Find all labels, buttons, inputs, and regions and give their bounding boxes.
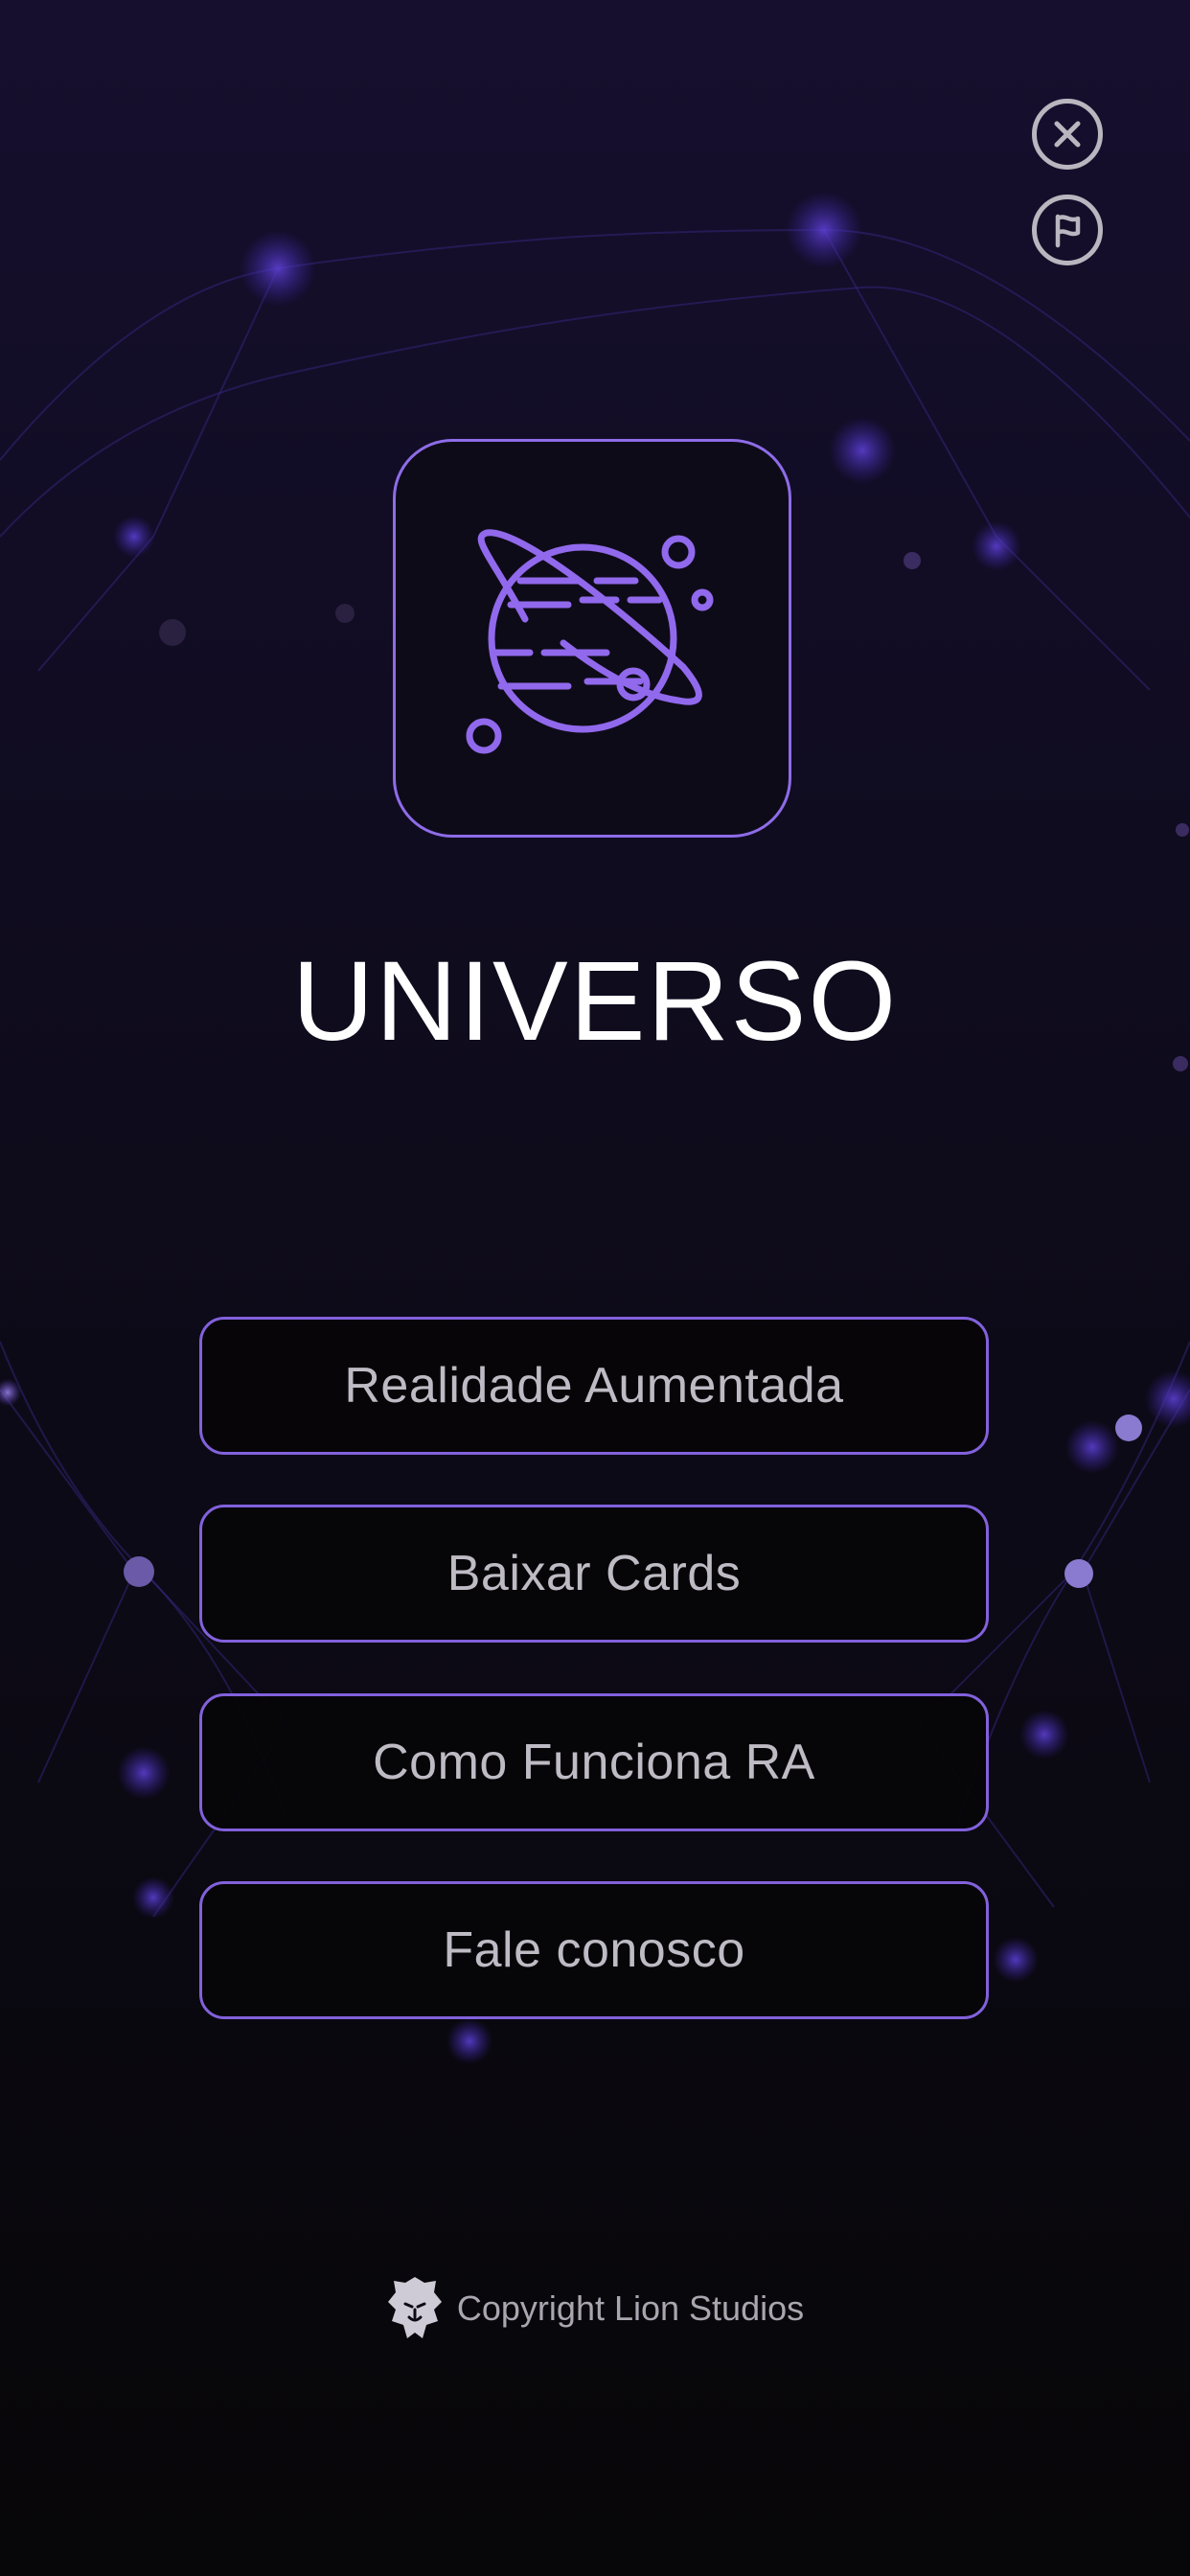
copyright-text: Copyright Lion Studios (456, 2288, 805, 2328)
planet-icon (466, 529, 714, 754)
close-icon (1054, 121, 1081, 148)
download-cards-label: Baixar Cards (446, 1546, 742, 1601)
lion-icon (387, 2277, 442, 2338)
augmented-reality-button[interactable]: Realidade Aumentada (199, 1317, 989, 1455)
background (0, 0, 1190, 2576)
how-ar-works-button[interactable]: Como Funciona RA (199, 1693, 989, 1831)
how-ar-works-label: Como Funciona RA (373, 1735, 815, 1790)
augmented-reality-label: Realidade Aumentada (344, 1358, 844, 1414)
report-flag-button[interactable] (1032, 195, 1103, 265)
app-title: UNIVERSO (291, 938, 899, 1065)
flag-icon (1055, 214, 1081, 248)
download-cards-button[interactable]: Baixar Cards (199, 1505, 989, 1643)
contact-us-button[interactable]: Fale conosco (199, 1881, 989, 2019)
footer: Copyright Lion Studios (0, 2267, 1190, 2350)
network-background-graphic (0, 192, 1190, 2064)
contact-us-label: Fale conosco (443, 1922, 745, 1978)
app-logo (393, 439, 791, 838)
close-button[interactable] (1032, 99, 1103, 170)
